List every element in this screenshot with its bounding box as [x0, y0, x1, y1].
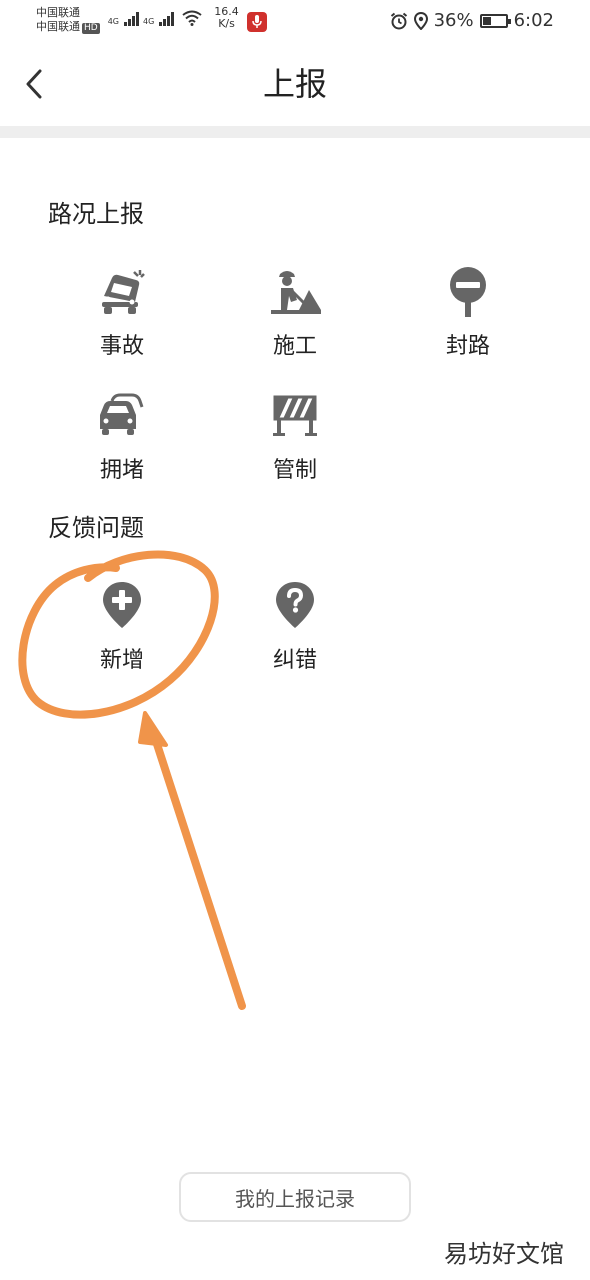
carrier-1: 中国联通 [36, 6, 80, 19]
car-crash-icon [94, 264, 150, 320]
report-item-label: 拥堵 [99, 458, 144, 483]
annotation-arrow-shaft [151, 734, 246, 1010]
signal-icon [124, 12, 139, 26]
nav-bar: 上报 [0, 42, 590, 126]
report-item-label: 管制 [272, 458, 317, 483]
report-item-label: 事故 [99, 334, 144, 359]
watermark-text: 易坊好文馆 [444, 1240, 564, 1268]
carrier-info: 中国联通 中国联通 HD [36, 6, 100, 34]
feedback-item-label: 纠错 [272, 648, 317, 673]
feedback-item-label: 新增 [99, 648, 144, 673]
signal-icon [159, 12, 175, 26]
report-item-traffic-control[interactable]: 管制 [225, 388, 365, 484]
feedback-item-add[interactable]: 新增 [52, 578, 192, 674]
network-type-1: 4G [107, 17, 119, 26]
barrier-icon [267, 388, 323, 444]
construction-worker-icon [267, 264, 323, 320]
annotation-arrow-head [138, 711, 168, 747]
hd-badge: HD [82, 23, 100, 34]
question-pin-icon [267, 578, 323, 634]
add-pin-icon [94, 578, 150, 634]
network-speed: 16.4 K/s [214, 6, 239, 30]
battery-percent: 36% [433, 10, 474, 31]
signal-indicators: 4G 4G [108, 10, 203, 26]
status-bar: 中国联通 中国联通 HD 4G 4G 16.4 K/s 36% 6:02 [0, 0, 590, 42]
network-type-2: 4G [143, 17, 155, 26]
report-item-label: 施工 [272, 334, 317, 359]
speed-unit: K/s [218, 17, 235, 30]
report-item-accident[interactable]: 事故 [52, 264, 192, 360]
report-item-congestion[interactable]: 拥堵 [52, 388, 192, 484]
feedback-item-correction[interactable]: 纠错 [225, 578, 365, 674]
section-title-road-report: 路况上报 [48, 200, 144, 228]
microphone-icon [246, 12, 267, 32]
section-title-feedback: 反馈问题 [48, 514, 144, 542]
alarm-clock-icon [390, 12, 407, 29]
my-reports-button[interactable]: 我的上报记录 [179, 1172, 411, 1222]
report-item-road-closed[interactable]: 封路 [398, 264, 538, 360]
battery-icon [479, 13, 511, 28]
clock-time: 6:02 [513, 10, 554, 31]
report-item-label: 封路 [445, 334, 490, 359]
page-title: 上报 [262, 65, 327, 103]
traffic-jam-icon [94, 388, 150, 444]
wifi-icon [182, 10, 202, 26]
location-icon [413, 11, 428, 30]
report-item-construction[interactable]: 施工 [225, 264, 365, 360]
header-divider [0, 126, 590, 138]
carrier-2: 中国联通 [36, 20, 80, 33]
no-entry-pin-icon [440, 264, 496, 320]
